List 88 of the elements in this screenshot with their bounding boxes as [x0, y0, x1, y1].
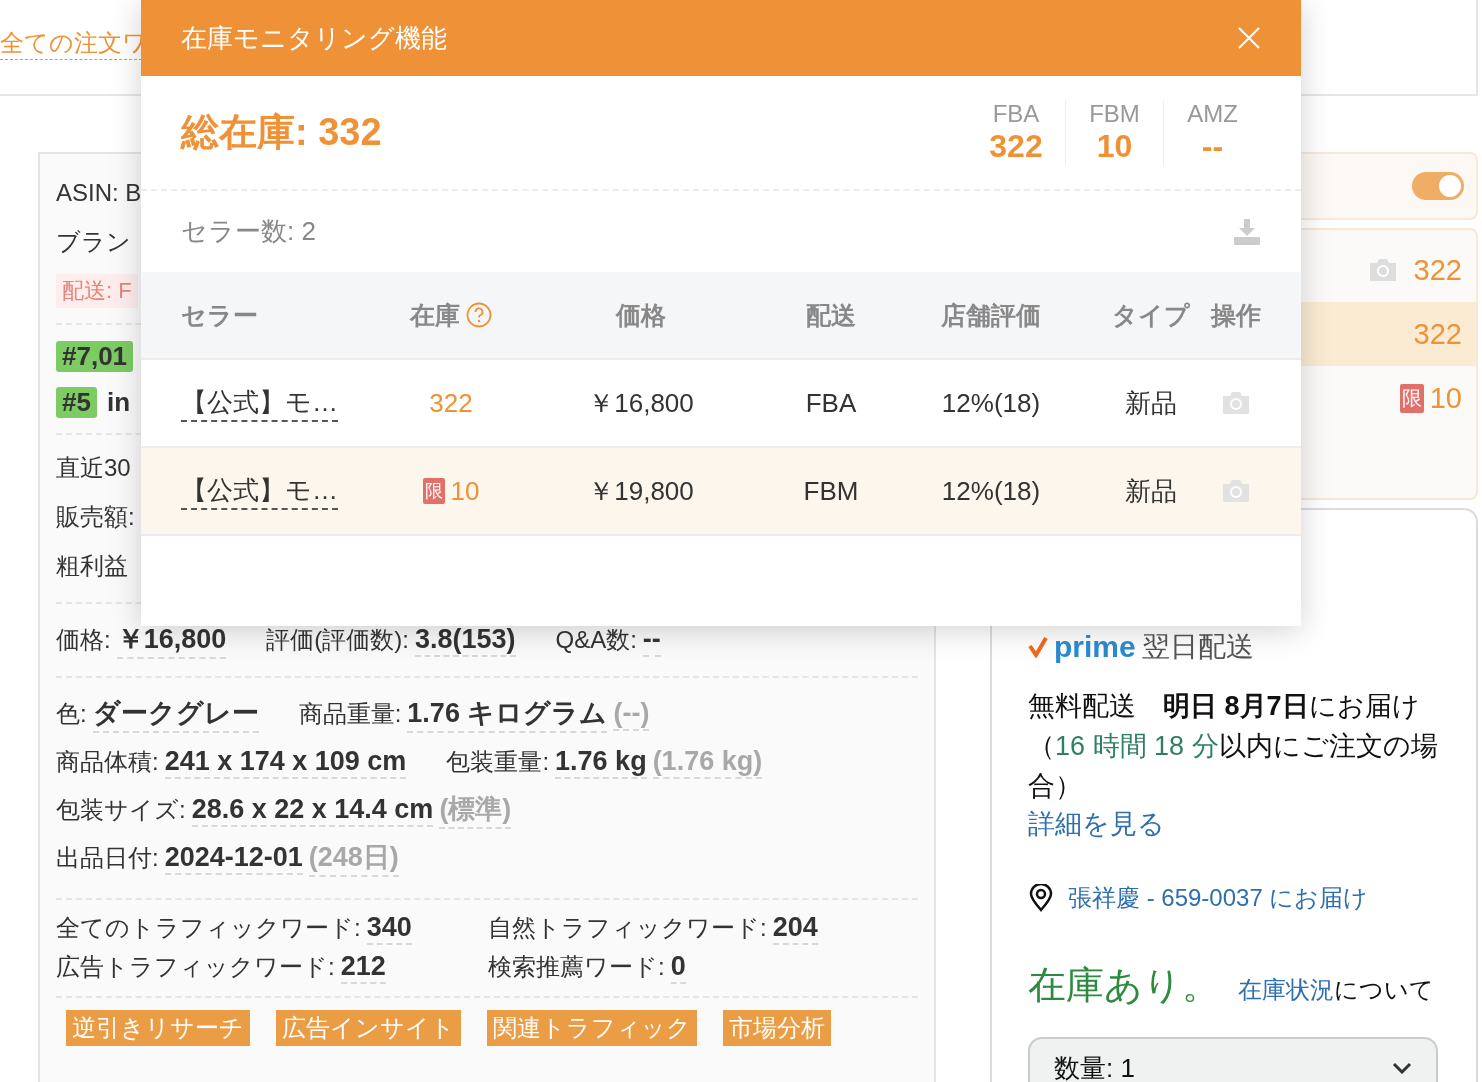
in-stock-text: 在庫あり。: [1028, 963, 1220, 1008]
fulfillment-value: 322: [989, 128, 1043, 165]
details-link[interactable]: 詳細を見る: [1028, 806, 1446, 842]
prime-logo: prime: [1054, 630, 1136, 664]
chevron-down-icon: [1392, 1062, 1412, 1074]
total-stock: 総在庫: 332: [181, 110, 382, 155]
camera-icon[interactable]: [1221, 391, 1251, 415]
rank-badge: #7,01: [56, 340, 134, 372]
rating-cell-text: 12%(18): [940, 475, 1042, 507]
attribute-value: 1.76 キログラム: [407, 695, 608, 733]
traffic-label: 広告トラフィックワード:: [56, 952, 335, 982]
delivery-text: 無料配送 明日 8月7日 にお届け（16 時間 18 分以内にご注文の場合）: [1028, 690, 1439, 803]
stock-cell: 322: [429, 387, 473, 419]
fulfillment-value: --: [1201, 128, 1224, 165]
attribute-value: 28.6 x 22 x 14.4 cm: [191, 794, 434, 827]
attribute-label: 包装サイズ:: [56, 795, 186, 825]
attribute-value: 2024-12-01: [164, 842, 303, 875]
camera-icon[interactable]: [1221, 479, 1251, 503]
type-cell-text: 新品: [1124, 386, 1178, 420]
fulfillment-label: FBM: [1089, 100, 1140, 128]
stock-value: 10: [1429, 381, 1462, 415]
shipping-tag: 配送: F: [56, 273, 138, 308]
rating-cell-text: 12%(18): [940, 387, 1042, 419]
fulfillment-value: 10: [1096, 128, 1133, 165]
location-icon: [1028, 884, 1054, 912]
attribute-label: 色:: [56, 699, 87, 729]
traffic-label: 全てのトラフィックワード:: [56, 913, 361, 943]
seller-link[interactable]: 【公式】モ…: [181, 384, 338, 422]
price-cell-text: ￥16,800: [587, 386, 695, 420]
attribute-value: 241 x 174 x 109 cm: [164, 745, 407, 779]
rank-badge: #5: [56, 386, 97, 418]
close-button[interactable]: [1237, 26, 1261, 50]
traffic-label: 検索推薦ワード:: [488, 952, 665, 982]
price-cell-text: ￥19,800: [587, 474, 695, 508]
download-icon[interactable]: [1233, 217, 1261, 246]
attribute-label: 包装重量:: [446, 746, 550, 777]
attribute-label: 商品体積:: [56, 746, 159, 777]
stock-value: 322: [1413, 253, 1462, 287]
attribute-label: 商品重量:: [298, 699, 402, 729]
stock-cell: 10: [450, 475, 480, 507]
rank-category: in: [106, 386, 131, 418]
attribute-label: 出品日付:: [56, 843, 159, 873]
attribute-note: (標準): [439, 791, 512, 829]
summary-label: Q&A数:: [555, 624, 637, 655]
stock-value: 322: [1413, 317, 1462, 351]
column-header: 操作: [1211, 299, 1261, 331]
column-header: 在庫: [391, 298, 511, 332]
traffic-value: 0: [670, 951, 686, 984]
fulfillment-label: FBA: [992, 100, 1040, 128]
column-header: タイプ: [1111, 299, 1191, 331]
limit-badge: 限: [422, 478, 445, 504]
column-header: セラー: [181, 299, 259, 331]
limit-badge: 限: [1399, 383, 1424, 413]
quantity-select[interactable]: 数量: 1: [1028, 1037, 1438, 1082]
prime-label: 翌日配送: [1141, 630, 1254, 664]
shipping-cell-text: FBA: [804, 387, 858, 419]
column-header: 店舗評価: [940, 299, 1042, 331]
address-link[interactable]: 張祥慶 - 659-0037 にお届け: [1068, 882, 1369, 914]
attribute-note: (1.76 kg): [652, 745, 763, 779]
traffic-label: 自然トラフィックワード:: [488, 913, 767, 943]
summary-label: 評価(評価数):: [266, 624, 409, 655]
traffic-value: 204: [772, 912, 818, 945]
modal-title: 在庫モニタリング機能: [181, 21, 447, 55]
attribute-note: (--): [613, 698, 650, 731]
attribute-note: (248日): [308, 839, 399, 877]
brand-label: ブラン: [56, 226, 131, 257]
traffic-value: 340: [366, 912, 412, 945]
type-cell-text: 新品: [1124, 474, 1178, 508]
traffic-value: 212: [340, 951, 386, 984]
camera-icon[interactable]: [1367, 258, 1398, 282]
stock-info-text: 在庫状況について: [1238, 975, 1434, 1005]
toggle-switch[interactable]: [1412, 172, 1464, 200]
attribute-value: 1.76 kg: [555, 745, 647, 779]
shipping-cell-text: FBM: [802, 475, 860, 507]
help-icon[interactable]: [466, 302, 492, 328]
summary-label: 価格:: [56, 625, 111, 655]
metric-label: 直近30: [56, 452, 131, 483]
metric-label: 粗利益: [56, 550, 128, 581]
stock-status-link[interactable]: 在庫状況: [1238, 976, 1334, 1003]
column-header: 価格: [614, 299, 667, 331]
column-header: 配送: [805, 299, 857, 331]
seller-count: セラー数: 2: [181, 215, 316, 248]
check-icon: [1028, 636, 1048, 658]
asin-label: ASIN: B: [56, 178, 142, 207]
attribute-value: ダークグレー: [92, 695, 259, 733]
metric-label: 販売額:: [56, 501, 135, 532]
fulfillment-label: AMZ: [1187, 100, 1238, 128]
seller-link[interactable]: 【公式】モ…: [181, 472, 338, 510]
